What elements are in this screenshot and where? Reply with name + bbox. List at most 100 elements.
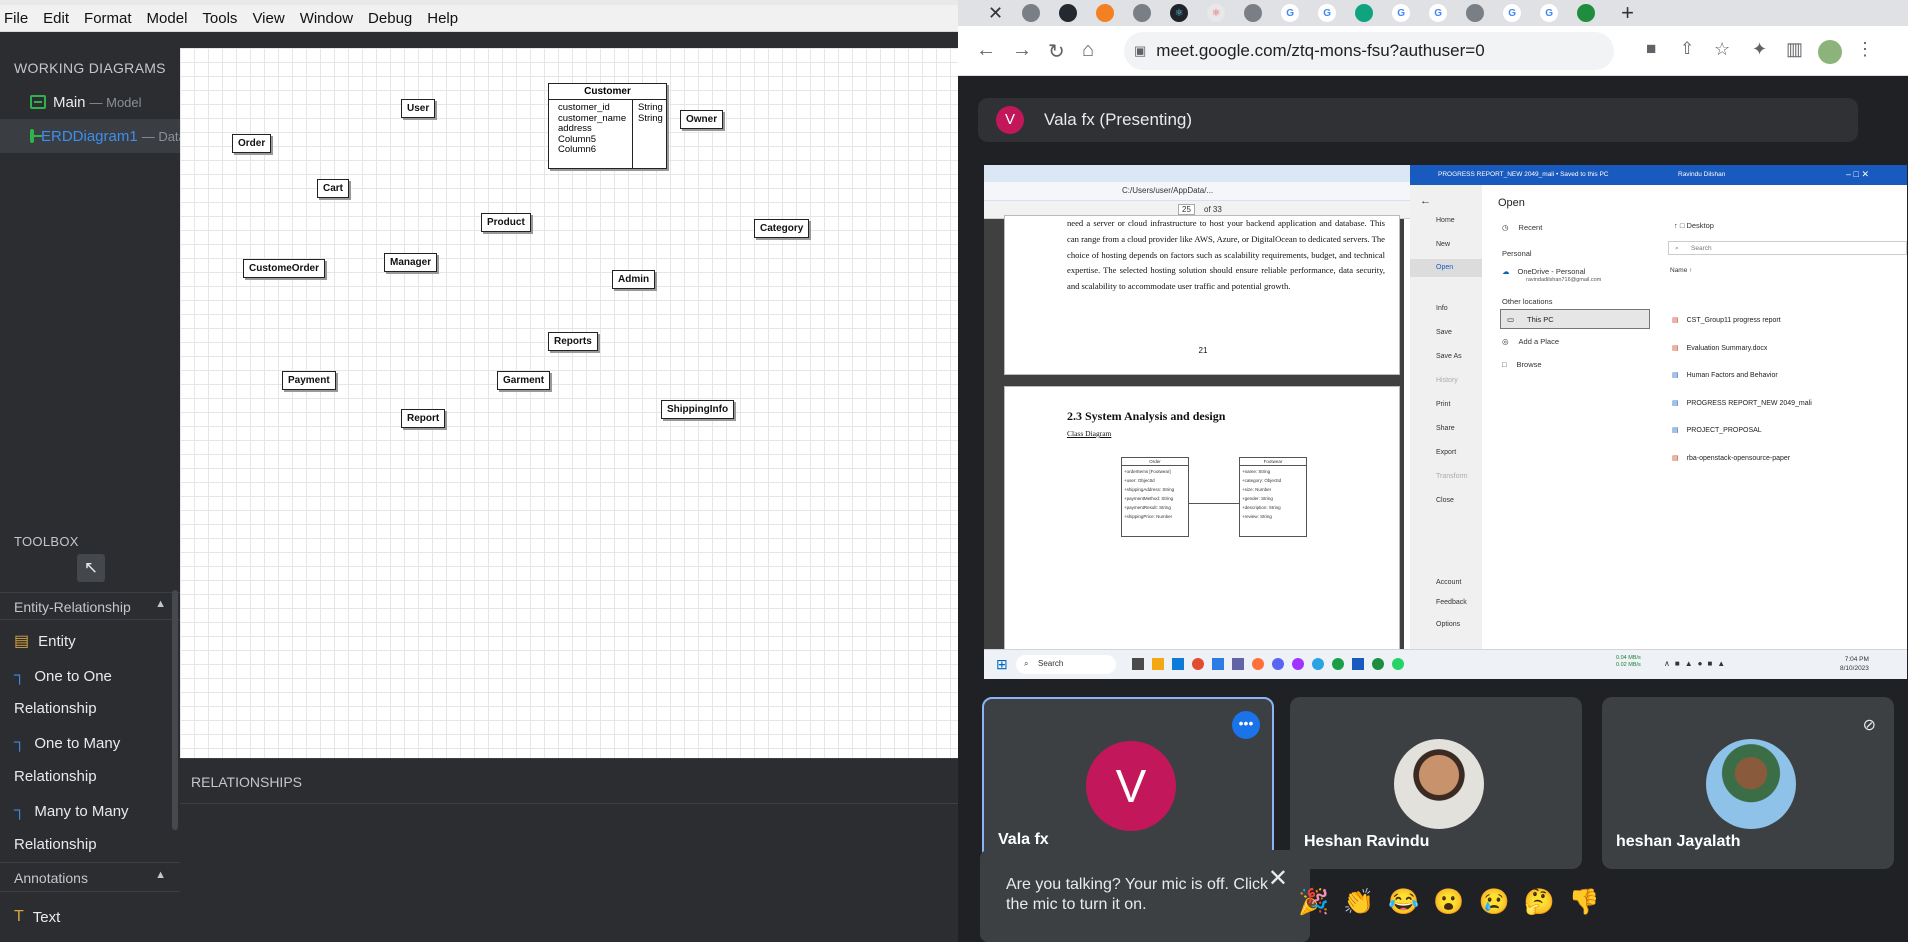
breadcrumb[interactable]: ↑ □ Desktop bbox=[1674, 221, 1714, 230]
reaction-cry[interactable]: 😢 bbox=[1479, 888, 1510, 917]
menu-file[interactable]: File bbox=[4, 10, 28, 27]
teams-icon[interactable] bbox=[1232, 658, 1244, 670]
bookmark-star-icon[interactable]: ☆ bbox=[1714, 39, 1730, 60]
collapse-arrow-icon[interactable]: ▲ bbox=[155, 869, 166, 881]
chatgpt-icon[interactable] bbox=[1355, 4, 1374, 22]
menu-help[interactable]: Help bbox=[427, 10, 458, 27]
reaction-party[interactable]: 🎉 bbox=[1298, 888, 1329, 917]
entity-admin[interactable]: Admin bbox=[612, 270, 656, 289]
reaction-thumbs-down[interactable]: 👎 bbox=[1569, 888, 1600, 917]
file-item[interactable]: ▤ rba-openstack-opensource-paper bbox=[1672, 445, 1812, 473]
telegram-icon[interactable] bbox=[1312, 658, 1324, 670]
word-icon[interactable] bbox=[1352, 658, 1364, 670]
nav-open[interactable]: Open bbox=[1410, 259, 1482, 277]
tab-favicon[interactable] bbox=[1133, 4, 1152, 22]
nav-export[interactable]: Export bbox=[1436, 449, 1456, 456]
entity-owner[interactable]: Owner bbox=[680, 110, 724, 129]
entity-product[interactable]: Product bbox=[481, 213, 531, 232]
menu-view[interactable]: View bbox=[252, 10, 284, 27]
messenger-icon[interactable] bbox=[1292, 658, 1304, 670]
app-icon[interactable] bbox=[1212, 658, 1224, 670]
close-icon[interactable]: ✕ bbox=[1268, 864, 1288, 893]
reload-icon[interactable]: ↻ bbox=[1048, 39, 1065, 64]
reaction-joy[interactable]: 😂 bbox=[1388, 888, 1419, 917]
tool-text[interactable]: T Text bbox=[14, 908, 60, 926]
react-icon[interactable]: ⚛ bbox=[1170, 4, 1189, 22]
this-pc-item[interactable]: ▭ This PC bbox=[1500, 309, 1650, 329]
profile-avatar[interactable] bbox=[1818, 40, 1842, 64]
firefox-icon[interactable] bbox=[1252, 658, 1264, 670]
google-icon[interactable]: G bbox=[1281, 4, 1300, 22]
entity-manager[interactable]: Manager bbox=[384, 253, 438, 272]
discord-icon[interactable] bbox=[1272, 658, 1284, 670]
menu-debug[interactable]: Debug bbox=[368, 10, 412, 27]
toolbox-section-annotations[interactable]: Annotations ▲ bbox=[0, 862, 180, 892]
entity-customeorder[interactable]: CustomeOrder bbox=[243, 259, 326, 278]
nav-print[interactable]: Print bbox=[1436, 401, 1450, 408]
menu-format[interactable]: Format bbox=[84, 10, 132, 27]
menu-window[interactable]: Window bbox=[300, 10, 353, 27]
folder-icon[interactable] bbox=[1152, 658, 1164, 670]
entity-cart[interactable]: Cart bbox=[317, 179, 350, 198]
reaction-wow[interactable]: 😮 bbox=[1433, 888, 1464, 917]
file-item[interactable]: ▤ PROJECT_PROPOSAL bbox=[1672, 417, 1812, 445]
back-circle-icon[interactable]: ← bbox=[1420, 195, 1431, 207]
nav-home[interactable]: Home bbox=[1436, 217, 1455, 224]
file-item[interactable]: ▤ Human Factors and Behavior bbox=[1672, 362, 1812, 390]
sidepanel-icon[interactable]: ▥ bbox=[1786, 39, 1803, 60]
tool-many-to-many-cont[interactable]: Relationship bbox=[14, 836, 97, 853]
tray-icons[interactable]: ∧■▲●■▲ bbox=[1664, 659, 1730, 668]
back-icon[interactable]: ← bbox=[976, 39, 996, 62]
github-icon[interactable] bbox=[1059, 4, 1078, 22]
entity-garment[interactable]: Garment bbox=[497, 371, 551, 390]
tool-many-to-many[interactable]: ┐ Many to Many bbox=[14, 802, 129, 820]
entity-order[interactable]: Order bbox=[232, 134, 272, 153]
chrome-icon[interactable] bbox=[1192, 658, 1204, 670]
file-item[interactable]: ▤ PROGRESS REPORT_NEW 2049_mali bbox=[1672, 390, 1812, 418]
home-icon[interactable]: ⌂ bbox=[1082, 39, 1094, 62]
nav-close[interactable]: Close bbox=[1436, 497, 1454, 504]
share-icon[interactable]: ⇧ bbox=[1680, 39, 1694, 59]
tab-favicon[interactable] bbox=[1466, 4, 1485, 22]
entity-category[interactable]: Category bbox=[754, 219, 810, 238]
nav-history[interactable]: History bbox=[1436, 377, 1458, 384]
participant-tile-vala[interactable]: V ••• Vala fx bbox=[982, 697, 1274, 869]
onedrive-item[interactable]: ☁ OneDrive - Personal ravindadilshan716@g… bbox=[1502, 267, 1601, 283]
more-options-icon[interactable]: ••• bbox=[1232, 711, 1260, 739]
word-search-box[interactable]: ⌕ Search bbox=[1668, 241, 1907, 255]
participant-tile-heshan-ravindu[interactable]: Heshan Ravindu bbox=[1290, 697, 1582, 869]
pdf-page-input[interactable]: 25 bbox=[1178, 204, 1195, 215]
nav-info[interactable]: Info bbox=[1436, 305, 1448, 312]
store-icon[interactable] bbox=[1172, 658, 1184, 670]
recent-item[interactable]: ◷ Recent bbox=[1502, 223, 1542, 232]
tool-one-to-many[interactable]: ┐ One to Many bbox=[14, 734, 120, 752]
nav-transform[interactable]: Transform bbox=[1436, 473, 1468, 480]
whatsapp-icon[interactable] bbox=[1392, 658, 1404, 670]
file-item[interactable]: ▤ CST_Group11 progress report bbox=[1672, 307, 1812, 335]
browse-item[interactable]: □ Browse bbox=[1502, 360, 1542, 369]
entity-reports[interactable]: Reports bbox=[548, 332, 598, 351]
nav-share[interactable]: Share bbox=[1436, 425, 1455, 432]
toolbox-scrollbar[interactable] bbox=[172, 590, 178, 830]
google-icon[interactable]: G bbox=[1540, 4, 1559, 22]
menu-edit[interactable]: Edit bbox=[43, 10, 69, 27]
forward-icon[interactable]: → bbox=[1012, 39, 1032, 62]
entity-report[interactable]: Report bbox=[401, 409, 446, 428]
file-item[interactable]: ▤ Evaluation Summary.docx bbox=[1672, 335, 1812, 363]
add-place-item[interactable]: ◎ Add a Place bbox=[1502, 337, 1559, 346]
participant-tile-heshan-jayalath[interactable]: ⊘ heshan Jayalath bbox=[1602, 697, 1894, 869]
nav-account[interactable]: Account bbox=[1436, 579, 1461, 586]
tool-one-to-one[interactable]: ┐ One to One bbox=[14, 667, 112, 685]
nav-options[interactable]: Options bbox=[1436, 621, 1460, 628]
stackoverflow-icon[interactable] bbox=[1096, 4, 1115, 22]
collapse-arrow-icon[interactable]: ▲ bbox=[155, 598, 166, 610]
tool-entity[interactable]: ▤ Entity bbox=[14, 631, 76, 651]
entity-user[interactable]: User bbox=[401, 99, 436, 118]
taskview-icon[interactable] bbox=[1132, 658, 1144, 670]
google-icon[interactable]: G bbox=[1429, 4, 1448, 22]
google-icon[interactable]: G bbox=[1392, 4, 1411, 22]
close-tab-icon[interactable]: ✕ bbox=[988, 3, 1003, 24]
entity-payment[interactable]: Payment bbox=[282, 371, 336, 390]
react-icon[interactable]: ⚛ bbox=[1207, 4, 1226, 22]
google-icon[interactable]: G bbox=[1318, 4, 1337, 22]
